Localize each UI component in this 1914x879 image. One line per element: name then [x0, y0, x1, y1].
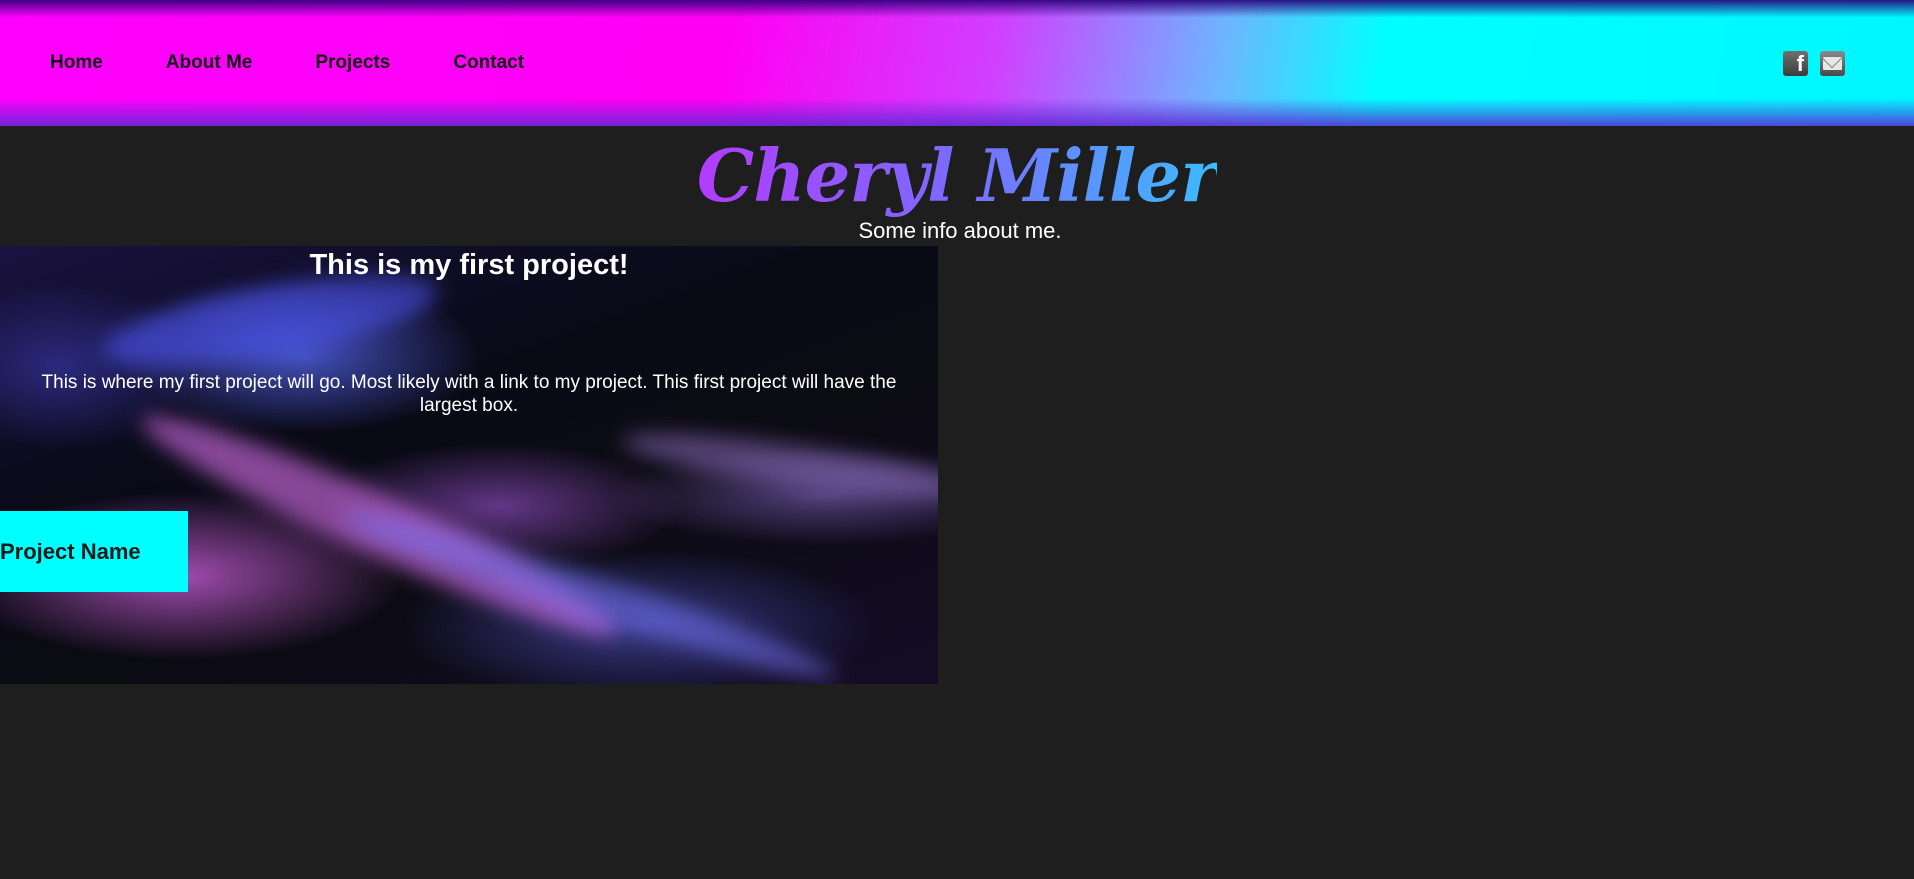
nav-home-link[interactable]: Home	[50, 52, 103, 74]
nav-about-link[interactable]: About Me	[166, 52, 253, 74]
project-card: This is my first project! This is where …	[0, 246, 938, 684]
site-subtitle: Some info about me.	[858, 218, 1062, 243]
facebook-glyph: f	[1796, 51, 1804, 76]
nav-contact-link[interactable]: Contact	[453, 52, 524, 74]
facebook-icon[interactable]: f	[1783, 51, 1808, 76]
site-title-text: Cheryl Miller	[696, 133, 1218, 218]
project-description: This is where my first project will go. …	[41, 372, 897, 416]
main-nav: Home About Me Projects Contact	[50, 52, 587, 74]
site-header: Home About Me Projects Contact f	[0, 0, 1914, 126]
nav-projects-link[interactable]: Projects	[315, 52, 390, 74]
email-icon[interactable]	[1820, 51, 1845, 76]
project-name-button[interactable]: Project Name	[0, 511, 188, 592]
background-swirl	[336, 496, 844, 684]
social-links: f	[1783, 51, 1845, 76]
site-title: Cheryl Miller	[0, 128, 1914, 224]
background-swirl	[618, 421, 938, 511]
project-title: This is my first project!	[309, 249, 629, 281]
envelope-shape	[1823, 57, 1842, 70]
